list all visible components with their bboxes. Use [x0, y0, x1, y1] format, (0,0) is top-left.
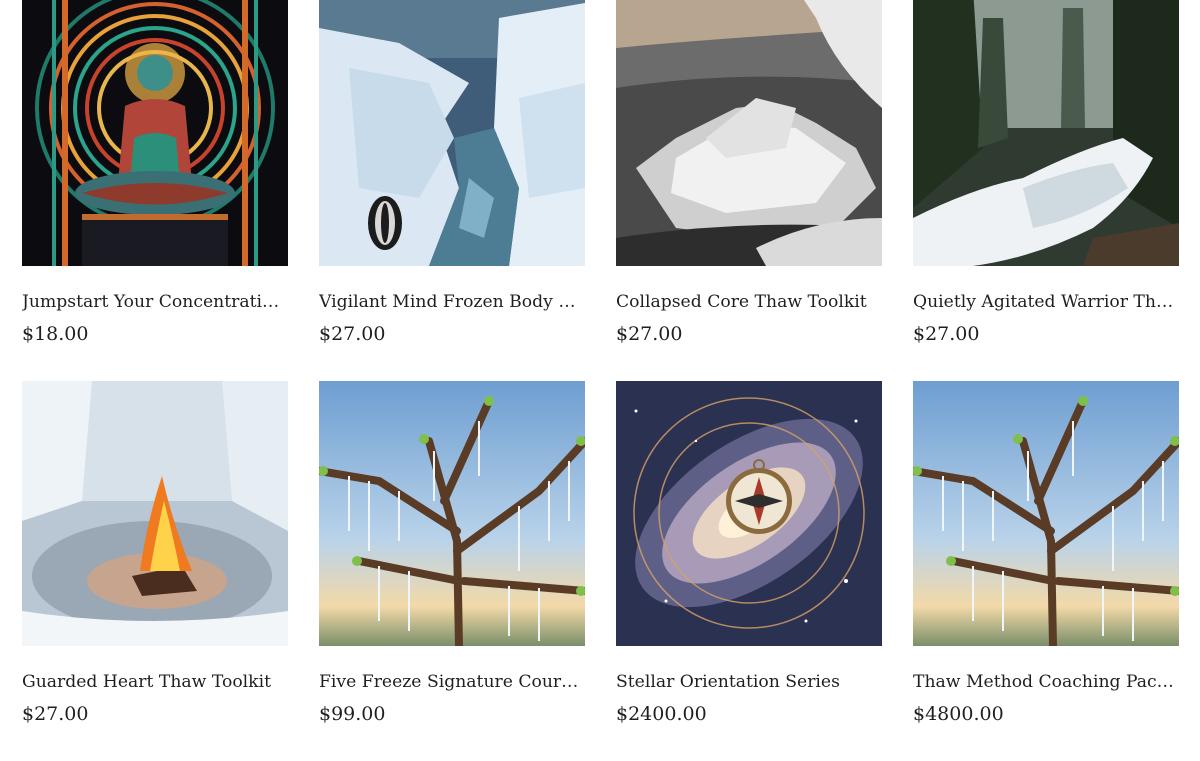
product-image-snowy-forest-stream[interactable] — [913, 0, 1179, 266]
product-title[interactable]: Vigilant Mind Frozen Body Thaw Toolkit — [319, 291, 581, 313]
product-image-ice-crevasse[interactable] — [319, 0, 585, 266]
product-card[interactable]: Five Freeze Signature Courses Bundle $99… — [319, 381, 585, 761]
product-image-icicle-branches[interactable] — [319, 381, 585, 646]
product-price: $27.00 — [22, 703, 89, 725]
product-card[interactable]: Thaw Method Coaching Package $4800.00 — [913, 381, 1179, 761]
product-price: $27.00 — [616, 323, 683, 345]
product-title[interactable]: Thaw Method Coaching Package — [913, 671, 1175, 693]
product-card[interactable]: Guarded Heart Thaw Toolkit $27.00 — [22, 381, 288, 761]
product-price: $18.00 — [22, 323, 89, 345]
product-price: $99.00 — [319, 703, 386, 725]
product-image-galaxy-compass[interactable] — [616, 381, 882, 646]
product-title[interactable]: Stellar Orientation Series — [616, 671, 878, 693]
product-price: $4800.00 — [913, 703, 1004, 725]
product-title[interactable]: Five Freeze Signature Courses Bundle — [319, 671, 581, 693]
product-grid: Jumpstart Your Concentration Power Cours… — [22, 0, 1179, 761]
product-image-icicle-branches[interactable] — [913, 381, 1179, 646]
product-price: $27.00 — [319, 323, 386, 345]
product-card[interactable]: Quietly Agitated Warrior Thaw Toolkit $2… — [913, 0, 1179, 381]
product-price: $2400.00 — [616, 703, 707, 725]
product-price: $27.00 — [913, 323, 980, 345]
product-card[interactable]: Jumpstart Your Concentration Power Cours… — [22, 0, 288, 381]
product-image-melting-ice-shore[interactable] — [616, 0, 882, 266]
product-title[interactable]: Collapsed Core Thaw Toolkit — [616, 291, 878, 313]
product-image-fire-on-ice[interactable] — [22, 381, 288, 646]
product-card[interactable]: Vigilant Mind Frozen Body Thaw Toolkit $… — [319, 0, 585, 381]
product-card[interactable]: Collapsed Core Thaw Toolkit $27.00 — [616, 0, 882, 381]
product-card[interactable]: Stellar Orientation Series $2400.00 — [616, 381, 882, 761]
product-title[interactable]: Jumpstart Your Concentration Power Cours… — [22, 291, 284, 313]
product-image-meditating-figure[interactable] — [22, 0, 288, 266]
product-title[interactable]: Quietly Agitated Warrior Thaw Toolkit — [913, 291, 1175, 313]
product-title[interactable]: Guarded Heart Thaw Toolkit — [22, 671, 284, 693]
